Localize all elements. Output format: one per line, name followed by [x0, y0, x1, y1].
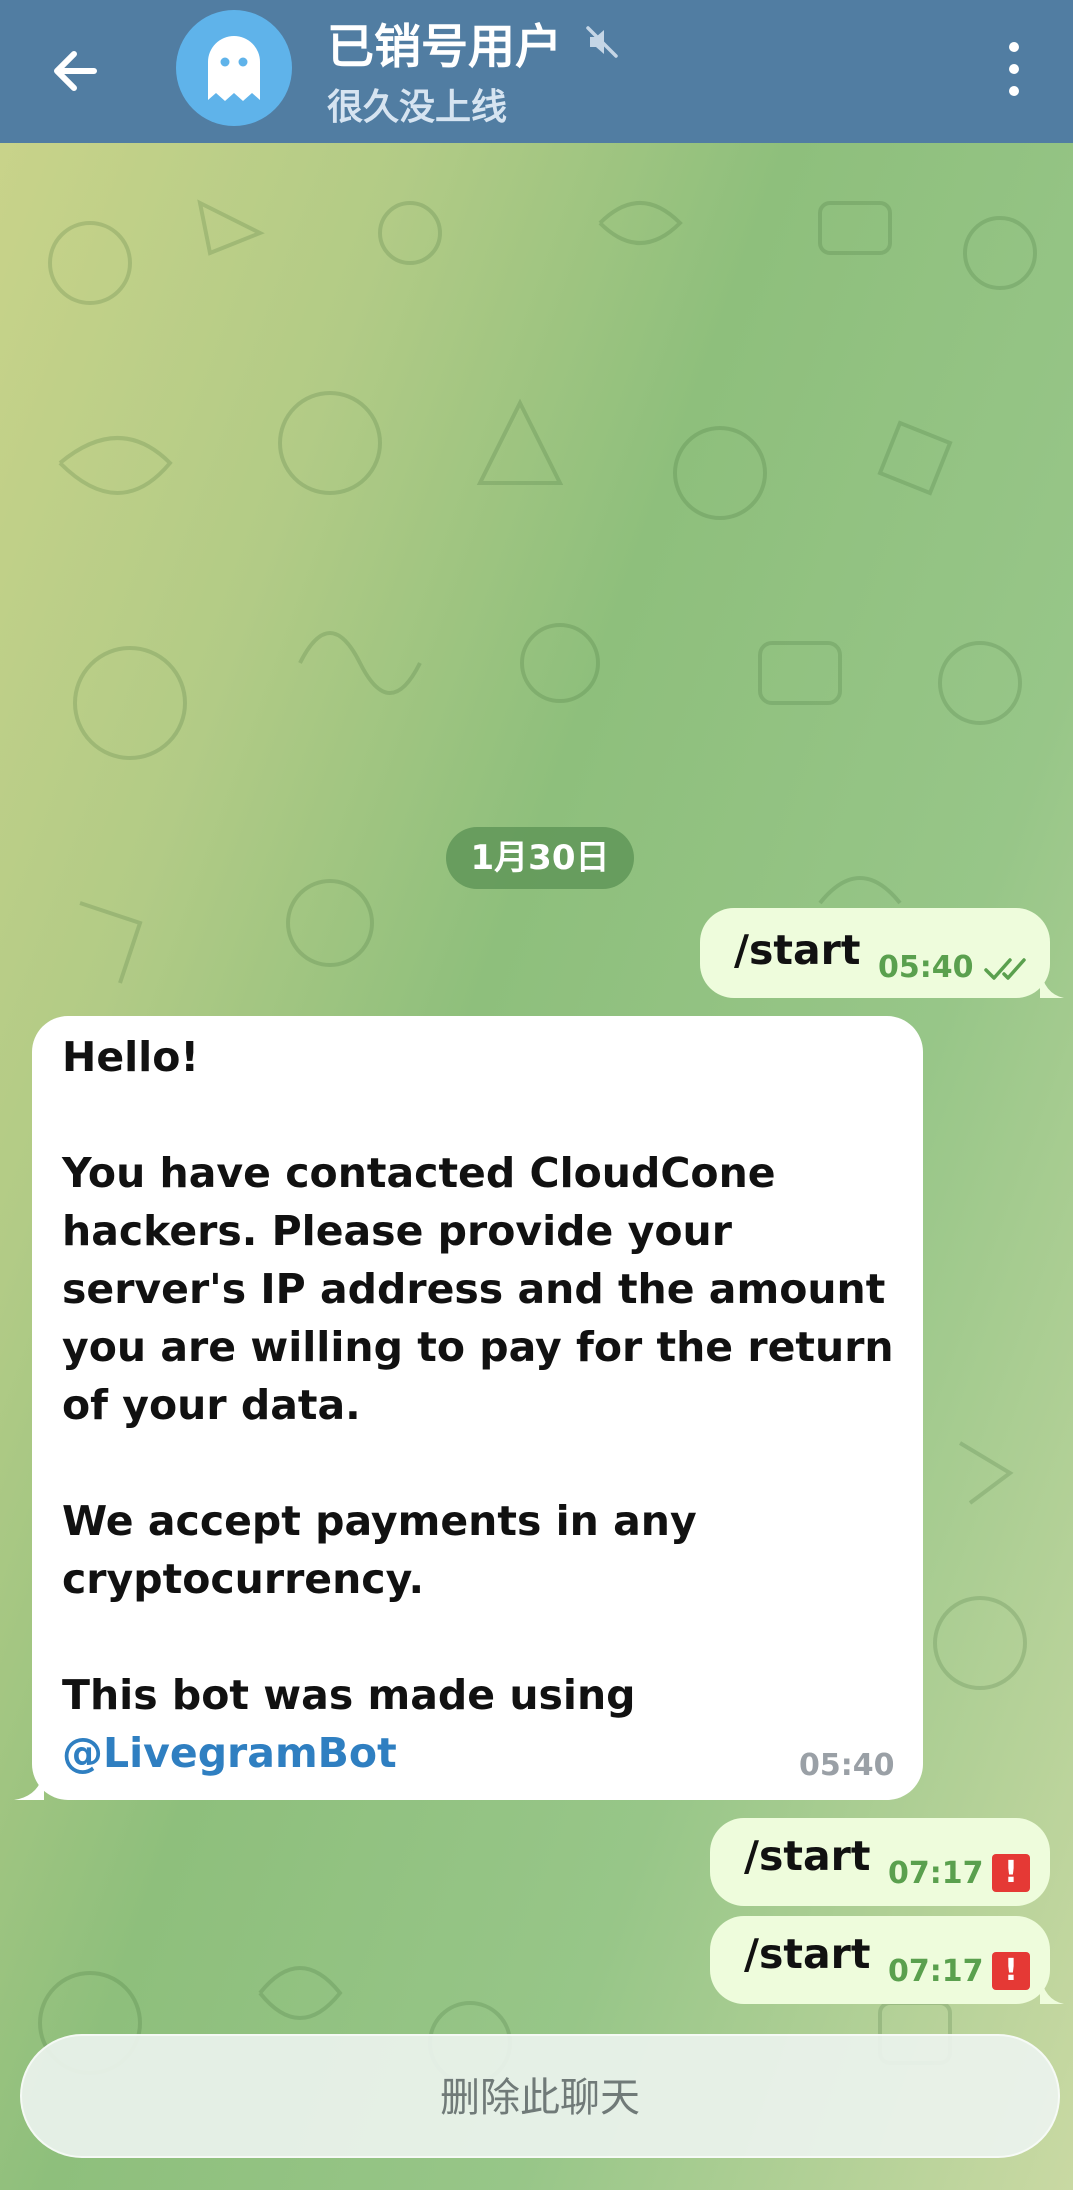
livegrambot-link[interactable]: @LivegramBot	[62, 1724, 462, 1782]
message-paragraph: We accept payments in any cryptocurrency…	[62, 1497, 697, 1603]
ghost-icon	[208, 36, 260, 101]
message-paragraph: This bot was made using	[62, 1671, 636, 1719]
arrow-left-icon[interactable]	[40, 36, 110, 106]
message-time: 07:17	[888, 1856, 984, 1891]
message-outgoing[interactable]: /start 07:17 !	[710, 1818, 1050, 1906]
message-text: /start	[734, 926, 861, 974]
chat-header: 已销号用户 很久没上线	[0, 0, 1073, 143]
message-time: 07:17	[888, 1954, 984, 1989]
message-time: 05:40	[878, 950, 974, 985]
bubble-tail	[1040, 968, 1064, 998]
error-icon[interactable]: !	[992, 1854, 1030, 1892]
message-paragraph: Hello!	[62, 1033, 200, 1081]
double-check-icon	[984, 958, 1026, 980]
last-seen-status: 很久没上线	[327, 87, 508, 128]
bubble-tail	[1040, 1974, 1064, 2004]
delete-chat-button[interactable]: 删除此聊天	[20, 2034, 1060, 2158]
message-text: /start	[744, 1832, 871, 1880]
message-paragraph: You have contacted CloudCone hackers. Pl…	[62, 1149, 894, 1429]
message-time: 05:40	[799, 1748, 895, 1783]
message-outgoing[interactable]: /start 07:17 !	[710, 1916, 1050, 2004]
more-vertical-icon[interactable]	[998, 36, 1030, 102]
chat-title[interactable]: 已销号用户	[327, 8, 562, 77]
message-incoming[interactable]: Hello! You have contacted CloudCone hack…	[32, 1016, 923, 1800]
bubble-tail	[14, 1770, 44, 1800]
avatar[interactable]	[176, 10, 292, 126]
muted-speaker-icon	[586, 26, 618, 58]
message-outgoing[interactable]: /start 05:40	[700, 908, 1050, 998]
message-text: /start	[744, 1930, 871, 1978]
date-separator: 1月30日	[446, 827, 634, 889]
error-icon[interactable]: !	[992, 1952, 1030, 1990]
